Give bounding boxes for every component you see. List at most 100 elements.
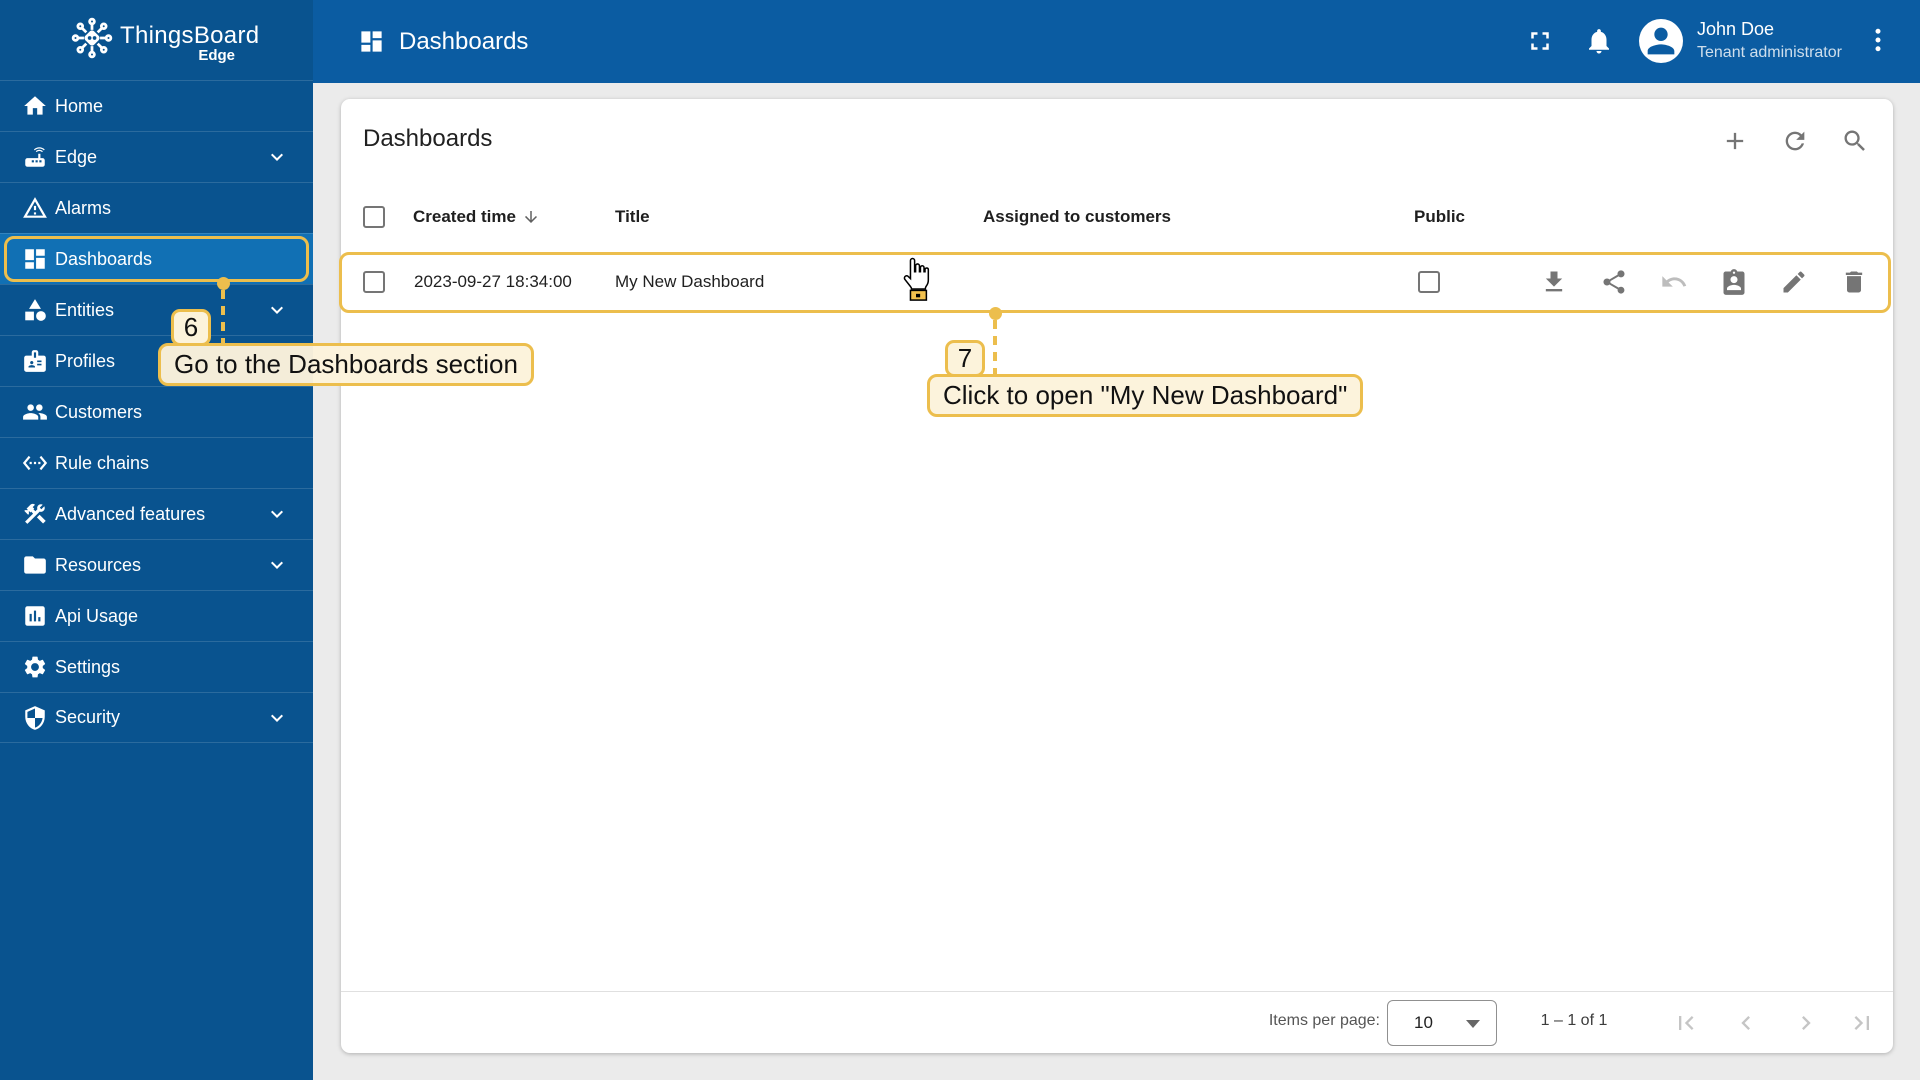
notifications-bell-icon[interactable] xyxy=(1584,26,1614,56)
items-per-page-value: 10 xyxy=(1414,1013,1433,1032)
chevron-down-icon xyxy=(265,706,289,730)
search-icon[interactable] xyxy=(1841,127,1869,155)
more-vert-icon[interactable] xyxy=(1863,25,1893,55)
entities-shapes-icon xyxy=(22,297,48,323)
annotation-highlight-ring xyxy=(4,236,309,282)
checkbox[interactable] xyxy=(363,206,385,228)
profiles-badge-icon xyxy=(22,348,48,374)
settings-gear-icon xyxy=(22,654,48,680)
resources-folder-icon xyxy=(22,552,48,578)
sidebar-item-label: Api Usage xyxy=(55,605,139,626)
row-checkbox-cell xyxy=(363,249,385,315)
last-page-icon[interactable] xyxy=(1848,1009,1876,1037)
share-icon[interactable] xyxy=(1600,249,1628,315)
sidebar-item-rule-chains[interactable]: Rule chains xyxy=(0,437,313,488)
sidebar-item-resources[interactable]: Resources xyxy=(0,539,313,590)
refresh-icon[interactable] xyxy=(1781,127,1809,155)
sidebar-item-label: Rule chains xyxy=(55,452,150,473)
sidebar-item-home[interactable]: Home xyxy=(0,80,313,131)
dropdown-arrow-icon xyxy=(1466,1020,1480,1028)
checkbox[interactable] xyxy=(363,271,385,293)
dashboards-grid-icon xyxy=(22,246,48,272)
api-usage-chart-icon xyxy=(22,603,48,629)
logo[interactable]: ThingsBoard Edge xyxy=(0,14,313,74)
logo-subtitle: Edge xyxy=(198,47,235,64)
items-per-page-select[interactable]: 10 xyxy=(1387,1000,1497,1046)
thingsboard-logo-icon xyxy=(70,16,114,60)
user-role: Tenant administrator xyxy=(1697,44,1842,61)
chevron-down-icon xyxy=(265,502,289,526)
download-icon[interactable] xyxy=(1540,249,1568,315)
items-per-page-label: Items per page: xyxy=(1268,1012,1380,1029)
sidebar-item-profiles[interactable]: Profiles xyxy=(0,335,313,386)
public-checkbox-cell xyxy=(1418,249,1440,315)
sidebar-item-label: Home xyxy=(55,95,104,116)
customers-people-icon xyxy=(22,399,48,425)
rule-chains-ethernet-icon xyxy=(22,450,48,476)
sidebar: ThingsBoard Edge Home Edge Alarms Dashbo… xyxy=(0,0,313,1080)
sidebar-item-api-usage[interactable]: Api Usage xyxy=(0,590,313,641)
add-icon[interactable] xyxy=(1721,127,1749,155)
column-created-time[interactable]: Created time xyxy=(413,195,540,239)
advanced-features-tools-icon xyxy=(22,501,48,527)
column-label: Public xyxy=(1414,207,1466,226)
app-window: ThingsBoard Edge Home Edge Alarms Dashbo… xyxy=(0,0,1920,1080)
top-header: Dashboards John Doe Tenant administrator xyxy=(313,0,1920,83)
select-all-checkbox[interactable] xyxy=(363,195,385,239)
sidebar-item-edge[interactable]: Edge xyxy=(0,131,313,182)
sidebar-item-settings[interactable]: Settings xyxy=(0,641,313,692)
first-page-icon[interactable] xyxy=(1672,1009,1700,1037)
fullscreen-icon[interactable] xyxy=(1525,26,1555,56)
column-assigned-to-customers[interactable]: Assigned to customers xyxy=(983,195,1171,239)
pagination-bar: Items per page: 10 1 – 1 of 1 xyxy=(341,992,1893,1053)
column-title[interactable]: Title xyxy=(615,195,650,239)
page-title: Dashboards xyxy=(399,27,529,55)
assign-customer-icon[interactable] xyxy=(1720,249,1748,315)
next-page-icon[interactable] xyxy=(1792,1009,1820,1037)
card-title: Dashboards xyxy=(363,125,493,152)
user-name: John Doe xyxy=(1697,19,1775,39)
pagination-range-label: 1 – 1 of 1 xyxy=(1540,1012,1608,1029)
undo-icon xyxy=(1660,249,1688,315)
column-label: Assigned to customers xyxy=(983,207,1171,226)
sidebar-item-security[interactable]: Security xyxy=(0,692,313,743)
sidebar-item-label: Advanced features xyxy=(55,503,206,524)
chevron-down-icon xyxy=(265,298,289,322)
sidebar-item-label: Dashboards xyxy=(55,248,153,269)
sidebar-item-label: Entities xyxy=(55,299,115,320)
sort-descending-arrow-icon[interactable] xyxy=(522,208,540,226)
sidebar-item-customers[interactable]: Customers xyxy=(0,386,313,437)
column-public[interactable]: Public xyxy=(1414,195,1465,239)
sidebar-item-label: Alarms xyxy=(55,197,112,218)
table-row[interactable]: 2023-09-27 18:34:00 My New Dashboard xyxy=(341,249,1893,315)
sidebar-item-label: Security xyxy=(55,707,121,727)
sidebar-item-alarms[interactable]: Alarms xyxy=(0,182,313,233)
user-info[interactable]: John Doe Tenant administrator xyxy=(1697,17,1842,65)
chevron-down-icon xyxy=(265,553,289,577)
column-label: Created time xyxy=(413,207,516,226)
logo-title: ThingsBoard xyxy=(120,22,260,49)
alarms-warning-icon xyxy=(22,195,48,221)
edge-router-icon xyxy=(22,144,48,170)
previous-page-icon[interactable] xyxy=(1732,1009,1760,1037)
header-title-group: Dashboards xyxy=(358,0,528,83)
dashboards-grid-icon xyxy=(358,28,385,55)
cell-title: My New Dashboard xyxy=(615,272,765,291)
security-shield-icon xyxy=(22,705,48,731)
sidebar-item-label: Customers xyxy=(55,401,143,422)
avatar[interactable] xyxy=(1639,19,1683,63)
home-icon xyxy=(22,93,48,119)
sidebar-nav: Home Edge Alarms Dashboards Entities Pro… xyxy=(0,80,313,743)
sidebar-item-label: Settings xyxy=(55,656,121,677)
delete-trash-icon[interactable] xyxy=(1840,249,1868,315)
sidebar-item-dashboards[interactable]: Dashboards xyxy=(0,233,313,284)
edit-pencil-icon[interactable] xyxy=(1780,249,1808,315)
chevron-down-icon xyxy=(265,145,289,169)
checkbox[interactable] xyxy=(1418,271,1440,293)
sidebar-item-advanced-features[interactable]: Advanced features xyxy=(0,488,313,539)
sidebar-item-label: Profiles xyxy=(55,350,116,371)
sidebar-item-label: Edge xyxy=(55,146,98,167)
sidebar-item-label: Resources xyxy=(55,554,142,575)
sidebar-item-entities[interactable]: Entities xyxy=(0,284,313,335)
cell-created-time: 2023-09-27 18:34:00 xyxy=(414,272,572,291)
